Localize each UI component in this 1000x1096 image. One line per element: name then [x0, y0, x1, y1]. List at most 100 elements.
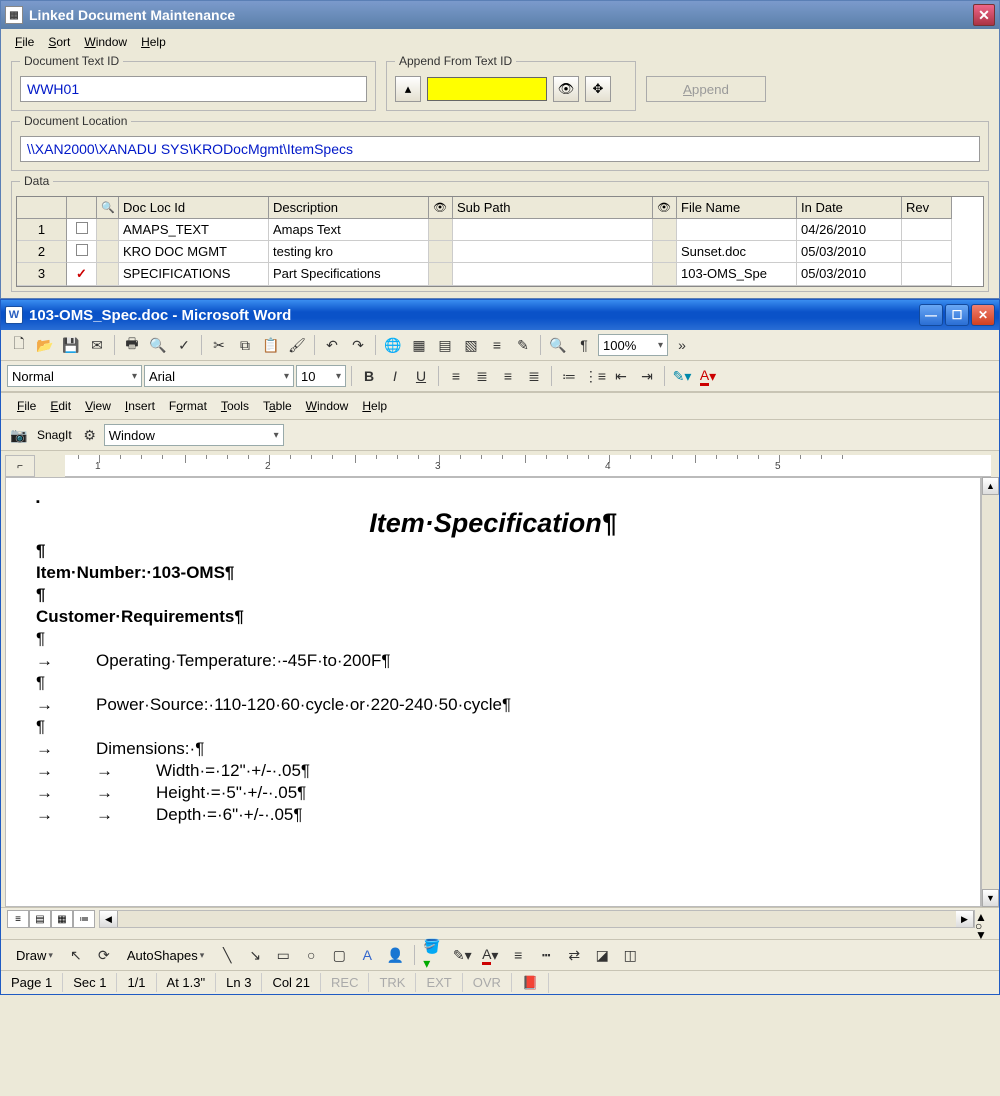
align-left-icon[interactable]: ≡: [444, 364, 468, 388]
copy-icon[interactable]: ⧉: [233, 333, 257, 357]
snagit-combo[interactable]: Window: [104, 424, 284, 446]
append-from-input[interactable]: [427, 77, 547, 101]
web-view-icon[interactable]: ▤: [29, 910, 51, 928]
binoculars-icon[interactable]: 👁: [553, 76, 579, 102]
scroll-left-icon[interactable]: ◀: [100, 911, 118, 927]
arrow-icon[interactable]: ↘: [243, 943, 267, 967]
scroll-right-icon[interactable]: ▶: [956, 911, 974, 927]
rotate-icon[interactable]: ⟳: [92, 943, 116, 967]
cut-icon[interactable]: ✂: [207, 333, 231, 357]
hyperlink-icon[interactable]: 🌐: [381, 333, 405, 357]
rect-icon[interactable]: ▭: [271, 943, 295, 967]
wordart-icon[interactable]: A: [355, 943, 379, 967]
document-page[interactable]: ▪ Item·Specification¶ ¶ Item·Number:·103…: [5, 477, 981, 907]
select-icon[interactable]: ↖: [64, 943, 88, 967]
pilcrow-icon[interactable]: ¶: [572, 333, 596, 357]
minimize-button[interactable]: —: [919, 304, 943, 326]
arrow-style-icon[interactable]: ⇄: [562, 943, 586, 967]
table-row[interactable]: 3✓SPECIFICATIONSPart Specifications103-O…: [17, 263, 983, 286]
zoom-combo[interactable]: 100%: [598, 334, 668, 356]
shadow-icon[interactable]: ◪: [590, 943, 614, 967]
font-combo[interactable]: Arial: [144, 365, 294, 387]
menu-edit[interactable]: Edit: [44, 397, 77, 415]
scroll-up-icon[interactable]: ▲: [982, 477, 999, 495]
font-color-icon[interactable]: A▾: [478, 943, 502, 967]
horizontal-scrollbar[interactable]: ◀ ▶: [99, 910, 975, 928]
doc-location-input[interactable]: [20, 136, 980, 162]
spell-icon[interactable]: ✓: [172, 333, 196, 357]
camera-icon[interactable]: 📷: [7, 423, 31, 447]
clipart-icon[interactable]: 👤: [383, 943, 407, 967]
size-combo[interactable]: 10: [296, 365, 346, 387]
print-icon[interactable]: 🖶: [120, 333, 144, 357]
numbering-icon[interactable]: ≔: [557, 364, 581, 388]
menu-view[interactable]: View: [79, 397, 117, 415]
menu-insert[interactable]: Insert: [119, 397, 161, 415]
line-color-icon[interactable]: ✎▾: [450, 943, 474, 967]
titlebar[interactable]: ▦ Linked Document Maintenance ✕: [1, 1, 999, 29]
col-desc[interactable]: Description: [269, 197, 429, 219]
align-right-icon[interactable]: ≡: [496, 364, 520, 388]
target-icon[interactable]: ✥: [585, 76, 611, 102]
tables-icon[interactable]: ▦: [407, 333, 431, 357]
underline-button[interactable]: U: [409, 364, 433, 388]
normal-view-icon[interactable]: ≡: [7, 910, 29, 928]
data-grid[interactable]: 🔍 Doc Loc Id Description 👁 Sub Path 👁 Fi…: [16, 196, 984, 287]
style-combo[interactable]: Normal: [7, 365, 142, 387]
status-ext[interactable]: EXT: [416, 973, 462, 992]
new-icon[interactable]: 🗋: [7, 333, 31, 357]
format-painter-icon[interactable]: 🖌: [285, 333, 309, 357]
menu-window[interactable]: Window: [300, 397, 355, 415]
draw-menu[interactable]: Draw: [9, 945, 60, 966]
binoculars-icon[interactable]: 👁: [657, 201, 671, 214]
status-rec[interactable]: REC: [321, 973, 369, 992]
col-sub[interactable]: Sub Path: [453, 197, 653, 219]
dropdown-button[interactable]: ▴: [395, 76, 421, 102]
menu-sort[interactable]: Sort: [42, 33, 76, 51]
bold-button[interactable]: B: [357, 364, 381, 388]
drawing-icon[interactable]: ✎: [511, 333, 535, 357]
table-row[interactable]: 1AMAPS_TEXTAmaps Text04/26/2010: [17, 219, 983, 241]
status-trk[interactable]: TRK: [369, 973, 416, 992]
col-fn[interactable]: File Name: [677, 197, 797, 219]
save-icon[interactable]: 💾: [59, 333, 83, 357]
more-icon[interactable]: »: [670, 333, 694, 357]
undo-icon[interactable]: ↶: [320, 333, 344, 357]
word-titlebar[interactable]: W 103-OMS_Spec.doc - Microsoft Word — ☐ …: [1, 300, 999, 330]
close-button[interactable]: ✕: [971, 304, 995, 326]
settings-icon[interactable]: ⚙: [78, 423, 102, 447]
textbox-icon[interactable]: ▢: [327, 943, 351, 967]
prev-page-icon[interactable]: ▲: [975, 910, 993, 919]
status-book-icon[interactable]: 📕: [512, 973, 549, 993]
preview-icon[interactable]: 🔍: [146, 333, 170, 357]
close-button[interactable]: ✕: [973, 4, 995, 26]
insert-table-icon[interactable]: ▤: [433, 333, 457, 357]
justify-icon[interactable]: ≣: [522, 364, 546, 388]
menu-format[interactable]: Format: [163, 397, 213, 415]
mail-icon[interactable]: ✉: [85, 333, 109, 357]
menu-file[interactable]: File: [11, 397, 42, 415]
menu-tools[interactable]: Tools: [215, 397, 255, 415]
menu-help[interactable]: Help: [356, 397, 393, 415]
line-icon[interactable]: ╲: [215, 943, 239, 967]
font-color-icon[interactable]: A▾: [696, 364, 720, 388]
status-ovr[interactable]: OVR: [463, 973, 512, 992]
search-icon[interactable]: 🔍: [101, 201, 115, 214]
align-center-icon[interactable]: ≣: [470, 364, 494, 388]
italic-button[interactable]: I: [383, 364, 407, 388]
columns-icon[interactable]: ≡: [485, 333, 509, 357]
col-rev[interactable]: Rev: [902, 197, 952, 219]
menu-window[interactable]: Window: [78, 33, 133, 51]
redo-icon[interactable]: ↷: [346, 333, 370, 357]
fill-color-icon[interactable]: 🪣▾: [422, 943, 446, 967]
next-page-icon[interactable]: ▼: [975, 928, 993, 937]
outline-view-icon[interactable]: ≔: [73, 910, 95, 928]
horizontal-ruler[interactable]: 12345: [65, 455, 991, 477]
oval-icon[interactable]: ○: [299, 943, 323, 967]
maximize-button[interactable]: ☐: [945, 304, 969, 326]
scroll-down-icon[interactable]: ▼: [982, 889, 999, 907]
highlight-icon[interactable]: ✎▾: [670, 364, 694, 388]
outdent-icon[interactable]: ⇤: [609, 364, 633, 388]
bullets-icon[interactable]: ⋮≡: [583, 364, 607, 388]
autoshapes-menu[interactable]: AutoShapes: [120, 945, 211, 966]
